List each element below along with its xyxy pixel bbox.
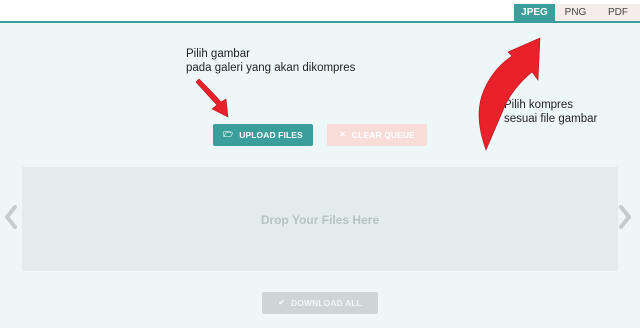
annotation-select-image-line1: Pilih gambar [186,48,250,60]
clear-queue-label: CLEAR QUEUE [351,130,415,140]
chevron-left-icon[interactable] [4,205,18,229]
tab-jpeg[interactable]: JPEG [514,4,555,21]
annotation-select-image-line2: pada galeri yang akan dikompres [186,62,356,74]
format-tab-bar: JPEG PNG PDF [0,0,640,23]
close-icon: ✕ [339,130,346,139]
clear-queue-button[interactable]: ✕ CLEAR QUEUE [327,124,427,146]
chevron-right-icon[interactable] [618,205,632,229]
dropzone-label: Drop Your Files Here [260,213,380,227]
annotation-select-format: Pilih kompres sesuai file gambar [504,98,597,126]
folder-open-icon: 🗁 [223,130,234,139]
annotation-select-format-line1: Pilih kompres [504,99,574,111]
download-all-label: DOWNLOAD ALL [291,298,362,308]
check-icon: ✔ [278,298,286,307]
tab-pdf[interactable]: PDF [596,4,640,21]
file-dropzone[interactable]: Drop Your Files Here [22,167,618,271]
upload-files-label: UPLOAD FILES [239,130,303,140]
annotation-select-format-line2: sesuai file gambar [504,113,598,125]
download-all-button[interactable]: ✔ DOWNLOAD ALL [262,292,378,314]
upload-files-button[interactable]: 🗁 UPLOAD FILES [213,124,313,146]
annotation-select-image: Pilih gambar pada galeri yang akan dikom… [186,47,355,75]
tab-png[interactable]: PNG [555,4,596,21]
